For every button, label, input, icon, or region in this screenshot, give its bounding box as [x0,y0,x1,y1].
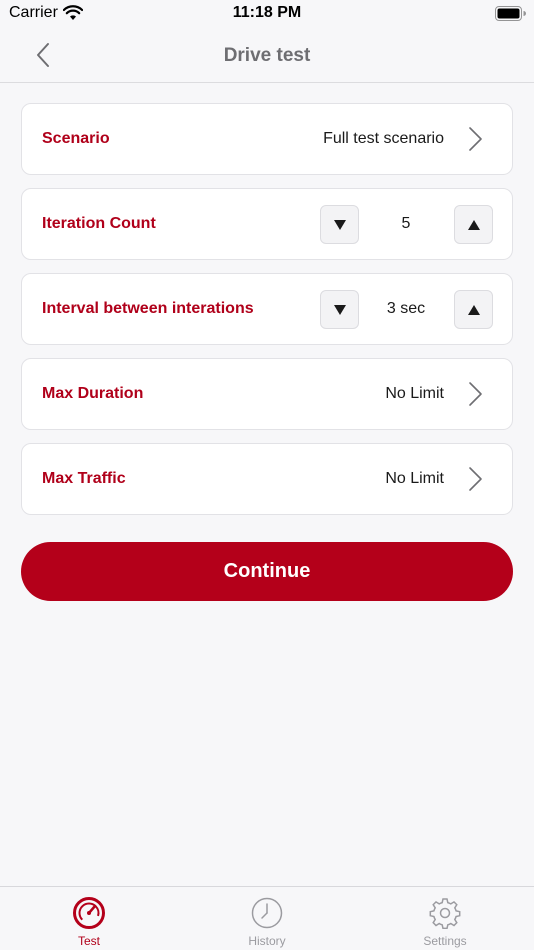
continue-button[interactable]: Continue [21,542,513,601]
chevron-right-icon [469,467,482,491]
iteration-count-row: Iteration Count 5 [21,188,513,260]
scenario-label: Scenario [42,130,110,147]
tab-settings-label: Settings [423,934,467,948]
max-duration-label: Max Duration [42,385,144,402]
drive-test-screen: Carrier 11:18 PM Drive test Scenario Ful… [0,0,534,950]
status-bar: Carrier 11:18 PM [0,0,534,28]
tab-history-label: History [248,934,286,948]
iteration-count-value: 5 [401,215,411,232]
tab-history[interactable]: History [178,887,356,950]
scenario-row[interactable]: Scenario Full test scenario [21,103,513,175]
iteration-decrement-button[interactable] [320,205,359,244]
gear-icon [429,898,461,929]
triangle-down-icon [333,219,346,230]
triangle-down-icon [333,304,346,315]
tab-test[interactable]: Test [0,887,178,950]
clock-icon [251,897,283,929]
status-time: 11:18 PM [232,4,302,21]
max-traffic-label: Max Traffic [42,470,126,487]
interval-decrement-button[interactable] [320,290,359,329]
chevron-right-icon [469,382,482,406]
scenario-value: Full test scenario [323,130,444,147]
interval-label: Interval between interations [42,300,254,317]
battery-icon [495,6,526,21]
tab-settings[interactable]: Settings [356,887,534,950]
interval-row: Interval between interations 3 sec [21,273,513,345]
speedometer-icon [73,897,105,929]
page-title: Drive test [223,45,311,66]
interval-increment-button[interactable] [454,290,493,329]
chevron-right-icon [469,127,482,151]
interval-value: 3 sec [386,300,426,317]
max-traffic-value: No Limit [385,470,444,487]
iteration-increment-button[interactable] [454,205,493,244]
triangle-up-icon [467,219,480,230]
max-duration-row[interactable]: Max Duration No Limit [21,358,513,430]
triangle-up-icon [467,304,480,315]
navigation-bar: Drive test [0,28,534,83]
max-traffic-row[interactable]: Max Traffic No Limit [21,443,513,515]
tab-test-label: Test [77,934,100,948]
tab-bar: Test History Settings [0,886,534,950]
iteration-count-label: Iteration Count [42,215,156,232]
max-duration-value: No Limit [385,385,444,402]
